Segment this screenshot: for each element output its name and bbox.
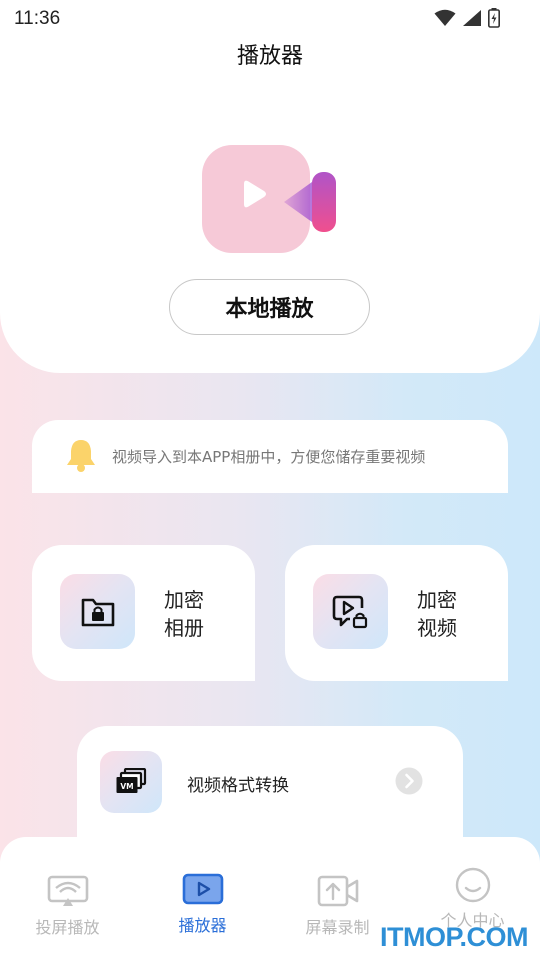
card-label-line1: 加密: [417, 588, 457, 612]
notice-text: 视频导入到本APP相册中，方便您储存重要视频: [112, 448, 426, 466]
tab-label-screen-cast: 投屏播放: [35, 918, 100, 937]
locked-video-icon: [313, 574, 388, 649]
status-icons: [434, 8, 500, 28]
wifi-icon: [434, 9, 456, 26]
smiley-icon: [455, 867, 491, 907]
tab-label-player: 播放器: [178, 916, 227, 935]
screen-record-icon: [317, 875, 359, 911]
card-label-line1: 加密: [164, 588, 204, 612]
encrypted-album-label: 加密 相册: [164, 586, 204, 642]
encrypted-album-card[interactable]: 加密 相册: [32, 545, 255, 681]
tab-screen-cast[interactable]: 投屏播放: [0, 837, 135, 960]
bell-icon: [64, 437, 98, 477]
player-icon: [182, 873, 224, 909]
watermark: ITMOP.COM: [380, 922, 529, 952]
card-label-line2: 相册: [164, 616, 204, 640]
screen-cast-icon: [47, 875, 89, 911]
chevron-right-icon[interactable]: [395, 767, 423, 799]
local-play-button[interactable]: 本地播放: [169, 279, 370, 335]
video-format-convert-card[interactable]: VM 视频格式转换: [77, 726, 463, 850]
card-label-line2: 视频: [417, 616, 457, 640]
video-stack-icon: VM: [100, 751, 162, 813]
page-title: 播放器: [236, 44, 303, 69]
tab-player[interactable]: 播放器: [135, 837, 270, 960]
video-camera-play-icon: [200, 142, 342, 262]
signal-icon: [463, 10, 481, 26]
status-time: 11:36: [14, 8, 61, 29]
video-format-convert-label: 视频格式转换: [187, 776, 289, 796]
svg-text:VM: VM: [120, 782, 133, 791]
encrypted-video-card[interactable]: 加密 视频: [285, 545, 508, 681]
notice-bar: 视频导入到本APP相册中，方便您储存重要视频: [32, 420, 508, 493]
locked-folder-icon: [60, 574, 135, 649]
encrypted-video-label: 加密 视频: [417, 586, 457, 642]
battery-charging-icon: [488, 8, 500, 28]
